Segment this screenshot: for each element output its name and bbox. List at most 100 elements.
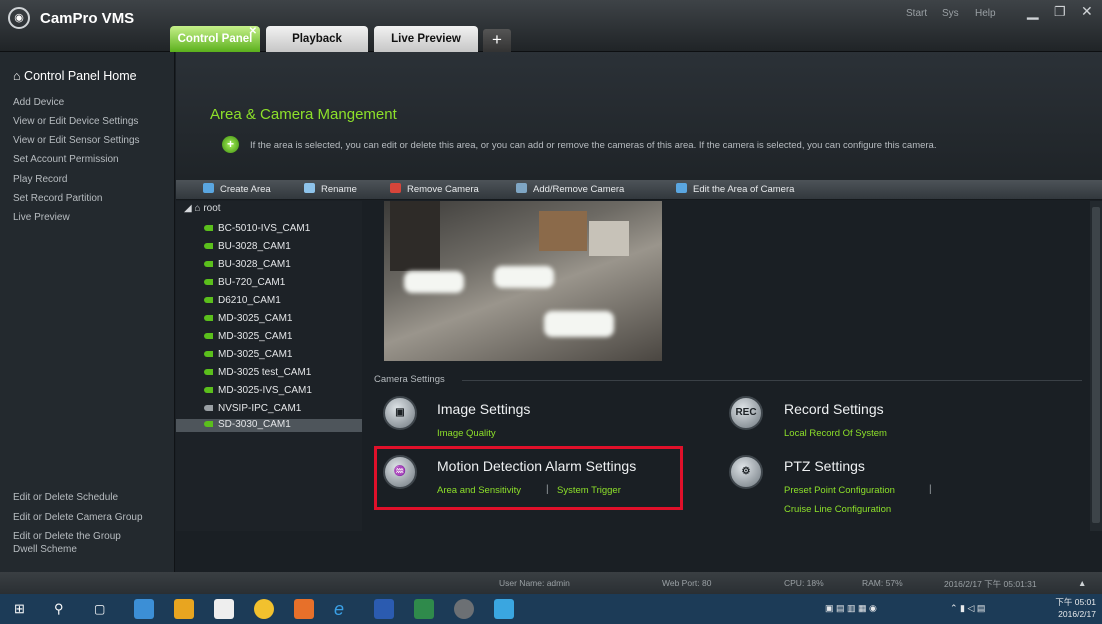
- close-tab-icon[interactable]: ✕: [249, 19, 257, 45]
- sidebar-item-add-device[interactable]: Add Device: [13, 97, 64, 108]
- camera-online-icon: [204, 297, 213, 303]
- file-explorer-icon[interactable]: [134, 599, 154, 619]
- record-settings-icon[interactable]: REC: [729, 396, 763, 430]
- image-quality-link[interactable]: Image Quality: [437, 428, 496, 439]
- rename-button[interactable]: Rename: [304, 183, 357, 195]
- app-icon[interactable]: [414, 599, 434, 619]
- home-icon: ⌂: [194, 203, 201, 214]
- sidebar-item-group-dwell[interactable]: Edit or Delete the Group: [13, 531, 121, 542]
- camera-online-icon: [204, 279, 213, 285]
- add-tab-button[interactable]: +: [483, 29, 511, 52]
- tree-camera-item[interactable]: BU-720_CAM1: [204, 277, 285, 288]
- create-area-button[interactable]: Create Area: [203, 183, 271, 195]
- os-taskbar: ⊞ ⚲ ▢ e ▣ ▤ ▥ ▦ ◉ ⌃ ▮ ◁ ▤ 下午 05:01 2016/…: [0, 594, 1102, 624]
- toolbar: Create Area Rename Remove Camera Add/Rem…: [176, 180, 1102, 200]
- edit-area-button[interactable]: Edit the Area of Camera: [676, 183, 794, 195]
- create-area-icon: [203, 183, 214, 193]
- task-view-icon[interactable]: ▢: [94, 599, 114, 619]
- camera-preview-image: [384, 201, 662, 361]
- tree-camera-item[interactable]: MD-3025_CAM1: [204, 313, 292, 324]
- app-icon[interactable]: [494, 599, 514, 619]
- remove-camera-button[interactable]: Remove Camera: [390, 183, 479, 195]
- minimize-icon[interactable]: ▁: [1027, 2, 1039, 20]
- sidebar-item-camera-group[interactable]: Edit or Delete Camera Group: [13, 512, 143, 523]
- close-window-icon[interactable]: ✕: [1081, 3, 1093, 20]
- cruise-line-link[interactable]: Cruise Line Configuration: [784, 504, 891, 515]
- page-header: Area & Camera Mangement + If the area is…: [176, 52, 1102, 180]
- tree-camera-item[interactable]: MD-3025_CAM1: [204, 331, 292, 342]
- record-settings-title[interactable]: Record Settings: [784, 401, 884, 417]
- app-logo-icon: ◉: [8, 7, 30, 29]
- app-title: CamPro VMS: [40, 10, 135, 27]
- expand-icon[interactable]: ◢: [184, 203, 192, 214]
- camera-online-icon: [204, 243, 213, 249]
- tree-camera-item[interactable]: D6210_CAM1: [204, 295, 281, 306]
- sidebar-item-schedule[interactable]: Edit or Delete Schedule: [13, 492, 118, 503]
- home-icon: ⌂: [13, 69, 21, 83]
- sidebar-item-live-preview[interactable]: Live Preview: [13, 212, 70, 223]
- camera-tree: ◢ ⌂ root BC-5010-IVS_CAM1 BU-3028_CAM1 B…: [176, 201, 362, 531]
- tab-playback[interactable]: Playback: [266, 26, 368, 52]
- tab-control-panel[interactable]: Control Panel ✕: [170, 26, 260, 52]
- camera-online-icon: [204, 351, 213, 357]
- restore-icon[interactable]: ❐: [1054, 4, 1066, 20]
- page-title: Area & Camera Mangement: [210, 106, 397, 123]
- sidebar-item-record-partition[interactable]: Set Record Partition: [13, 193, 103, 204]
- preset-point-link[interactable]: Preset Point Configuration: [784, 485, 895, 496]
- menu-start[interactable]: Start: [906, 8, 927, 19]
- tree-camera-item[interactable]: NVSIP-IPC_CAM1: [204, 403, 301, 414]
- camera-online-icon: [204, 421, 213, 427]
- ptz-settings-icon[interactable]: ⚙: [729, 455, 763, 489]
- sidebar-item-dwell-scheme[interactable]: Dwell Scheme: [13, 544, 77, 555]
- info-icon: +: [222, 136, 239, 153]
- status-datetime: 2016/2/17 下午 05:01:31: [944, 579, 1037, 589]
- image-settings-icon[interactable]: ▣: [383, 396, 417, 430]
- tree-camera-item[interactable]: MD-3025_CAM1: [204, 349, 292, 360]
- tray-icons[interactable]: ▣ ▤ ▥ ▦ ◉: [825, 603, 877, 614]
- menu-help[interactable]: Help: [975, 8, 996, 19]
- vertical-scrollbar[interactable]: [1090, 201, 1102, 531]
- sidebar-home-link[interactable]: ⌂ Control Panel Home: [13, 69, 137, 83]
- tree-camera-item[interactable]: MD-3025 test_CAM1: [204, 367, 311, 378]
- tree-camera-item-selected[interactable]: SD-3030_CAM1: [176, 419, 362, 432]
- tree-camera-item[interactable]: MD-3025-IVS_CAM1: [204, 385, 312, 396]
- search-icon[interactable]: ⚲: [54, 599, 74, 619]
- info-text: If the area is selected, you can edit or…: [250, 140, 937, 151]
- add-remove-camera-button[interactable]: Add/Remove Camera: [516, 183, 624, 195]
- tree-camera-item[interactable]: BU-3028_CAM1: [204, 241, 291, 252]
- status-expand-icon[interactable]: ▲: [1078, 578, 1086, 588]
- scroll-thumb[interactable]: [1092, 207, 1100, 523]
- tab-live-preview[interactable]: Live Preview: [374, 26, 478, 52]
- tree-camera-item[interactable]: BC-5010-IVS_CAM1: [204, 223, 310, 234]
- local-record-link[interactable]: Local Record Of System: [784, 428, 887, 439]
- sidebar-item-play-record[interactable]: Play Record: [13, 174, 67, 185]
- camera-settings-label: Camera Settings: [374, 374, 445, 385]
- divider: [462, 380, 1082, 381]
- status-ram: RAM: 57%: [862, 578, 903, 588]
- tree-root[interactable]: ◢ ⌂ root: [184, 203, 221, 214]
- preview-door-shape: [390, 201, 440, 271]
- status-user: User Name: admin: [499, 578, 570, 588]
- sidebar: ⌂ Control Panel Home Add Device View or …: [0, 52, 175, 572]
- campro-vms-icon[interactable]: [454, 599, 474, 619]
- app-icon[interactable]: [174, 599, 194, 619]
- tray-network-volume-icons[interactable]: ⌃ ▮ ◁ ▤: [950, 603, 985, 614]
- app-icon[interactable]: [254, 599, 274, 619]
- camera-online-icon: [204, 333, 213, 339]
- windows-start-icon[interactable]: ⊞: [14, 599, 34, 619]
- ptz-settings-title[interactable]: PTZ Settings: [784, 458, 865, 474]
- sidebar-item-device-settings[interactable]: View or Edit Device Settings: [13, 116, 138, 127]
- sidebar-item-account-permission[interactable]: Set Account Permission: [13, 154, 119, 165]
- word-icon[interactable]: [374, 599, 394, 619]
- remove-camera-icon: [390, 183, 401, 193]
- camera-online-icon: [204, 261, 213, 267]
- image-settings-title[interactable]: Image Settings: [437, 401, 530, 417]
- edge-browser-icon[interactable]: e: [334, 599, 354, 619]
- sidebar-item-sensor-settings[interactable]: View or Edit Sensor Settings: [13, 135, 140, 146]
- tree-camera-item[interactable]: BU-3028_CAM1: [204, 259, 291, 270]
- store-icon[interactable]: [214, 599, 234, 619]
- app-icon[interactable]: [294, 599, 314, 619]
- taskbar-clock[interactable]: 下午 05:01 2016/2/17: [1055, 596, 1096, 620]
- menu-sys[interactable]: Sys: [942, 8, 959, 19]
- preview-light-patch: [404, 271, 464, 293]
